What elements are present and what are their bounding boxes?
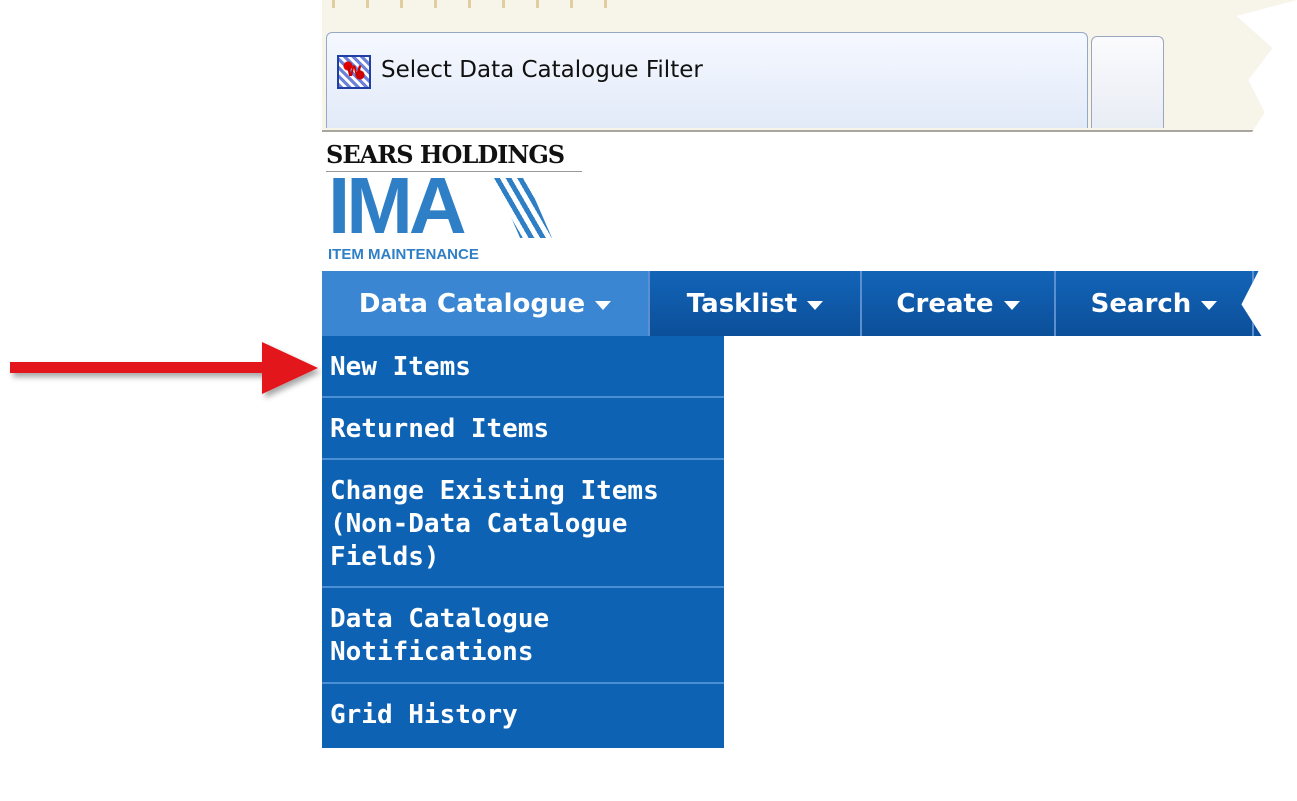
tab-title: Select Data Catalogue Filter [381,57,703,83]
logo-stripes-icon [494,178,552,238]
page-favicon-icon: W [337,55,371,89]
nav-label: Search [1090,288,1192,319]
nav-label: Tasklist [686,288,798,319]
menu-item-returned-items[interactable]: Returned Items [322,398,724,460]
browser-tab-strip: W Select Data Catalogue Filter [322,0,1297,132]
nav-search[interactable]: Search [1056,271,1254,336]
browser-tab-active[interactable]: W Select Data Catalogue Filter [326,32,1088,128]
main-nav-bar: Data Catalogue Tasklist Create Search [322,271,1297,336]
logo-subtitle: ITEM MAINTENANCE [328,246,479,263]
new-tab-button[interactable] [1091,36,1164,128]
menu-item-new-items[interactable]: New Items [322,336,724,398]
toolbar-edge [332,0,632,8]
nav-label: Data Catalogue [358,288,586,319]
nav-label: Create [896,288,994,319]
chevron-down-icon [1003,301,1020,310]
screenshot-panel: W Select Data Catalogue Filter SEARS HOL… [322,0,1297,801]
data-catalogue-dropdown: New Items Returned Items Change Existing… [322,336,724,748]
nav-data-catalogue[interactable]: Data Catalogue [322,271,650,336]
menu-item-grid-history[interactable]: Grid History [322,684,724,748]
sears-ima-logo: SEARS HOLDINGS IMA ITEM MAINTENANCE [326,140,586,268]
chevron-down-icon [595,301,612,310]
nav-tasklist[interactable]: Tasklist [650,271,862,336]
chevron-down-icon [807,301,824,310]
nav-create[interactable]: Create [862,271,1056,336]
annotation-arrow-icon [10,342,318,394]
chevron-down-icon [1201,301,1218,310]
logo-mark: IMA [328,161,467,250]
menu-item-change-existing-items[interactable]: Change Existing Items (Non-Data Catalogu… [322,460,724,588]
menu-item-data-catalogue-notifications[interactable]: Data Catalogue Notifications [322,588,724,684]
